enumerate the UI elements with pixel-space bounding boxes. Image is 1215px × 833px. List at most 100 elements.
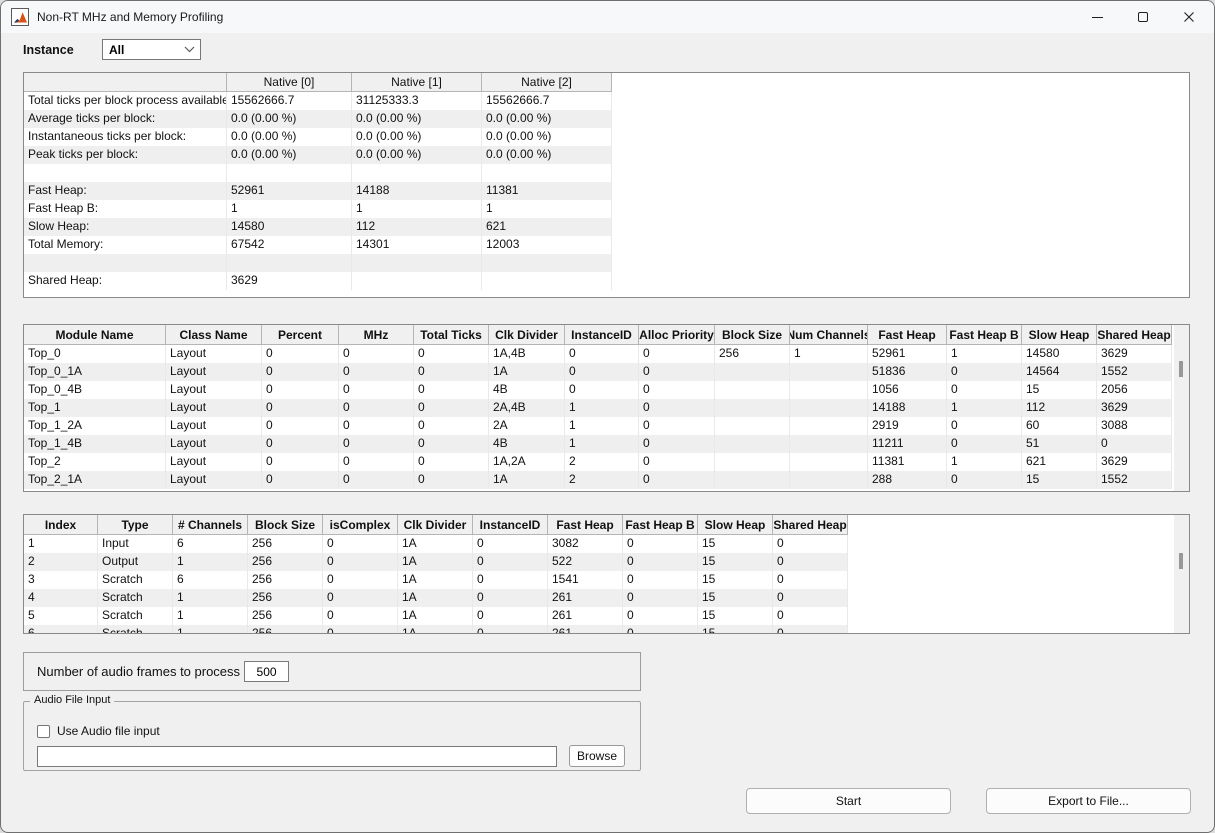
- table-cell[interactable]: 0: [623, 571, 698, 589]
- table-row[interactable]: Instantaneous ticks per block:0.0 (0.00 …: [24, 128, 612, 146]
- table-cell[interactable]: 2: [565, 471, 639, 489]
- table-cell[interactable]: 288: [868, 471, 947, 489]
- table-cell[interactable]: 0: [323, 535, 398, 553]
- table-row[interactable]: [24, 254, 612, 272]
- table-cell[interactable]: 0: [262, 363, 339, 381]
- table-cell[interactable]: 14564: [1022, 363, 1097, 381]
- table-cell[interactable]: 0: [414, 381, 489, 399]
- table-cell[interactable]: 0: [339, 363, 414, 381]
- table-cell[interactable]: 1A: [398, 625, 473, 634]
- table-cell[interactable]: 256: [248, 625, 323, 634]
- table-cell[interactable]: 0: [323, 607, 398, 625]
- table-cell[interactable]: [227, 254, 352, 272]
- table-cell[interactable]: 1552: [1097, 471, 1172, 489]
- table-cell[interactable]: [790, 399, 868, 417]
- table-cell[interactable]: 4B: [489, 381, 565, 399]
- table-cell[interactable]: 0: [262, 435, 339, 453]
- table-cell[interactable]: 112: [352, 218, 482, 236]
- table-cell[interactable]: 0: [473, 589, 548, 607]
- table-row[interactable]: Total Memory:675421430112003: [24, 236, 612, 254]
- table-row[interactable]: Top_2Layout0001A,2A201138116213629: [24, 453, 1172, 471]
- table-row[interactable]: Fast Heap B:111: [24, 200, 612, 218]
- table-cell[interactable]: 0: [262, 381, 339, 399]
- table-cell[interactable]: 52961: [868, 345, 947, 363]
- table-cell[interactable]: Top_1: [24, 399, 166, 417]
- table-cell[interactable]: 1: [565, 435, 639, 453]
- table-cell[interactable]: 0: [565, 381, 639, 399]
- table-cell[interactable]: 3629: [227, 272, 352, 290]
- scrollbar-thumb[interactable]: [1179, 553, 1183, 569]
- table-cell[interactable]: 0: [414, 471, 489, 489]
- table-cell[interactable]: 1A: [398, 553, 473, 571]
- table-cell[interactable]: 3629: [1097, 453, 1172, 471]
- table-cell[interactable]: 0: [947, 417, 1022, 435]
- table-cell[interactable]: 256: [715, 345, 790, 363]
- table-cell[interactable]: 256: [248, 571, 323, 589]
- table-cell[interactable]: 0: [639, 435, 715, 453]
- table-cell[interactable]: 0: [947, 381, 1022, 399]
- table-cell[interactable]: 0: [323, 571, 398, 589]
- table-cell[interactable]: 1: [173, 625, 248, 634]
- table-row[interactable]: Shared Heap:3629: [24, 272, 612, 290]
- table-cell[interactable]: 15562666.7: [227, 92, 352, 110]
- maximize-button[interactable]: [1120, 1, 1166, 33]
- table-cell[interactable]: 0.0 (0.00 %): [482, 110, 612, 128]
- table-cell[interactable]: 5: [24, 607, 98, 625]
- table-row[interactable]: Total ticks per block process available:…: [24, 92, 612, 110]
- frames-count-input[interactable]: [244, 661, 289, 682]
- table-cell[interactable]: 0: [339, 435, 414, 453]
- table-cell[interactable]: [715, 363, 790, 381]
- table-cell[interactable]: 4: [24, 589, 98, 607]
- table-cell[interactable]: 0: [473, 535, 548, 553]
- table-cell[interactable]: 2A: [489, 417, 565, 435]
- table-cell[interactable]: 1: [947, 453, 1022, 471]
- table-cell[interactable]: 0.0 (0.00 %): [482, 146, 612, 164]
- table-cell[interactable]: 1541: [548, 571, 623, 589]
- table-cell[interactable]: 1: [565, 399, 639, 417]
- table-cell[interactable]: Fast Heap:: [24, 182, 227, 200]
- table-cell[interactable]: [352, 164, 482, 182]
- table-cell[interactable]: 0.0 (0.00 %): [227, 146, 352, 164]
- table-cell[interactable]: 15562666.7: [482, 92, 612, 110]
- table-cell[interactable]: 1A: [398, 535, 473, 553]
- minimize-button[interactable]: [1074, 1, 1120, 33]
- table-cell[interactable]: 11381: [868, 453, 947, 471]
- table-cell[interactable]: 0: [339, 345, 414, 363]
- table-cell[interactable]: Layout: [166, 471, 262, 489]
- table-cell[interactable]: 1: [790, 345, 868, 363]
- table-cell[interactable]: 0: [623, 535, 698, 553]
- table-cell[interactable]: 0.0 (0.00 %): [227, 128, 352, 146]
- table-cell[interactable]: 0: [414, 453, 489, 471]
- table-cell[interactable]: 0: [339, 399, 414, 417]
- table-cell[interactable]: [715, 453, 790, 471]
- table-cell[interactable]: 4B: [489, 435, 565, 453]
- table-cell[interactable]: 0: [565, 363, 639, 381]
- table-cell[interactable]: 2919: [868, 417, 947, 435]
- table-cell[interactable]: Layout: [166, 381, 262, 399]
- table-cell[interactable]: 2: [565, 453, 639, 471]
- table-cell[interactable]: 0: [947, 363, 1022, 381]
- table-cell[interactable]: 14580: [227, 218, 352, 236]
- table-cell[interactable]: 2: [24, 553, 98, 571]
- table-cell[interactable]: 15: [698, 553, 773, 571]
- table-cell[interactable]: 2056: [1097, 381, 1172, 399]
- table-cell[interactable]: 1A,2A: [489, 453, 565, 471]
- table-cell[interactable]: 15: [698, 589, 773, 607]
- table-cell[interactable]: 256: [248, 607, 323, 625]
- table-cell[interactable]: Top_1_2A: [24, 417, 166, 435]
- table-cell[interactable]: 0: [639, 417, 715, 435]
- table-cell[interactable]: 2A,4B: [489, 399, 565, 417]
- table-cell[interactable]: 1056: [868, 381, 947, 399]
- table-cell[interactable]: 0: [773, 571, 848, 589]
- table-cell[interactable]: 3: [24, 571, 98, 589]
- table-cell[interactable]: 261: [548, 607, 623, 625]
- vertical-scrollbar[interactable]: [1174, 325, 1189, 491]
- table-cell[interactable]: 3082: [548, 535, 623, 553]
- table-cell[interactable]: 51: [1022, 435, 1097, 453]
- table-cell[interactable]: Total Memory:: [24, 236, 227, 254]
- table-cell[interactable]: [227, 164, 352, 182]
- table-cell[interactable]: 621: [1022, 453, 1097, 471]
- table-cell[interactable]: 1A: [398, 589, 473, 607]
- table-cell[interactable]: [715, 399, 790, 417]
- table-cell[interactable]: 256: [248, 535, 323, 553]
